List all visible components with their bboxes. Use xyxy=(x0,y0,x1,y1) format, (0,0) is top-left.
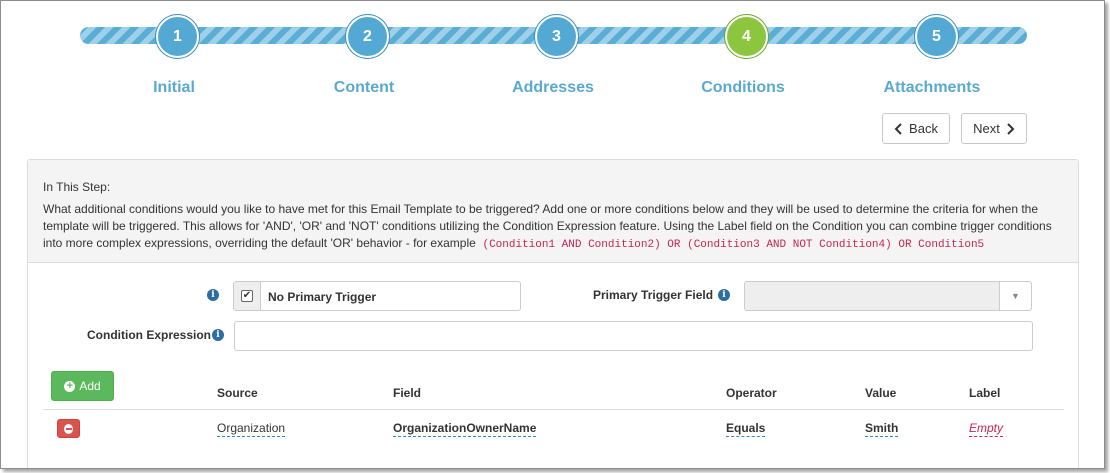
checkbox-checked-icon[interactable]: ✔ xyxy=(241,290,253,302)
add-condition-button[interactable]: + Add xyxy=(51,371,114,401)
step-number: 2 xyxy=(363,27,372,45)
condition-source-link[interactable]: Organization xyxy=(217,421,286,437)
step-label-content[interactable]: Content xyxy=(284,79,444,97)
back-label: Back xyxy=(909,121,938,136)
remove-condition-button[interactable] xyxy=(57,419,80,438)
chevron-left-icon xyxy=(894,122,902,135)
step-2-circle[interactable]: 2 xyxy=(346,15,389,58)
plus-circle-icon: + xyxy=(64,380,76,392)
step-label-addresses[interactable]: Addresses xyxy=(473,79,633,97)
wizard-progress: 1 2 3 4 5 Initial Content Addresses Cond… xyxy=(1,1,1104,111)
step-label-initial[interactable]: Initial xyxy=(94,79,254,97)
table-header-divider xyxy=(43,409,1064,410)
condition-operator-link[interactable]: Equals xyxy=(726,421,766,437)
step-number: 4 xyxy=(742,27,751,45)
no-primary-trigger-label: No Primary Trigger xyxy=(268,290,377,304)
chevron-down-icon[interactable]: ▼ xyxy=(999,282,1031,310)
column-header-label: Label xyxy=(969,386,1001,400)
next-button[interactable]: Next xyxy=(961,113,1027,144)
step-3-circle[interactable]: 3 xyxy=(535,15,578,58)
instructions-line-3-text: into more complex expressions, overridin… xyxy=(43,236,476,250)
info-icon[interactable]: i xyxy=(212,329,224,341)
condition-expression-input[interactable] xyxy=(234,321,1033,351)
primary-trigger-field-label: Primary Trigger Field xyxy=(593,288,714,302)
instructions-line-1: What additional conditions would you lik… xyxy=(43,202,1039,216)
email-template-wizard-window: 1 2 3 4 5 Initial Content Addresses Cond… xyxy=(0,0,1105,469)
step-label-conditions[interactable]: Conditions xyxy=(663,79,823,97)
step-label-attachments[interactable]: Attachments xyxy=(852,79,1012,97)
no-primary-trigger-field[interactable]: ✔ No Primary Trigger xyxy=(233,281,521,311)
step-4-circle-active[interactable]: 4 xyxy=(725,15,768,58)
next-label: Next xyxy=(973,121,1000,136)
condition-value-link[interactable]: Smith xyxy=(865,421,899,437)
minus-circle-icon xyxy=(64,423,73,434)
no-primary-trigger-checkbox-addon[interactable]: ✔ xyxy=(234,282,261,310)
add-label: Add xyxy=(79,379,101,393)
back-button[interactable]: Back xyxy=(882,113,950,144)
condition-expression-label: Condition Expression xyxy=(87,328,212,342)
info-icon[interactable]: i xyxy=(207,289,219,301)
step-number: 5 xyxy=(932,27,941,45)
instructions-line-3: into more complex expressions, overridin… xyxy=(43,235,1063,254)
primary-trigger-field-select[interactable]: ▼ xyxy=(744,281,1032,311)
step-1-circle[interactable]: 1 xyxy=(156,15,199,58)
info-icon[interactable]: i xyxy=(718,289,730,301)
column-header-operator: Operator xyxy=(726,386,777,400)
chevron-right-icon xyxy=(1007,122,1015,135)
instructions-box: In This Step: What additional conditions… xyxy=(28,160,1078,263)
example-expression: (Condition1 AND Condition2) OR (Conditio… xyxy=(482,239,985,251)
column-header-value: Value xyxy=(865,386,897,400)
step-number: 1 xyxy=(173,27,182,45)
conditions-panel: In This Step: What additional conditions… xyxy=(27,159,1079,468)
column-header-field: Field xyxy=(393,386,422,400)
step-number: 3 xyxy=(552,27,561,45)
instructions-title: In This Step: xyxy=(43,180,111,194)
condition-field-link[interactable]: OrganizationOwnerName xyxy=(393,421,537,437)
column-header-source: Source xyxy=(217,386,258,400)
instructions-line-2: template will be triggered. This allows … xyxy=(43,219,1052,233)
step-5-circle[interactable]: 5 xyxy=(915,15,958,58)
condition-label-link[interactable]: Empty xyxy=(969,421,1004,437)
